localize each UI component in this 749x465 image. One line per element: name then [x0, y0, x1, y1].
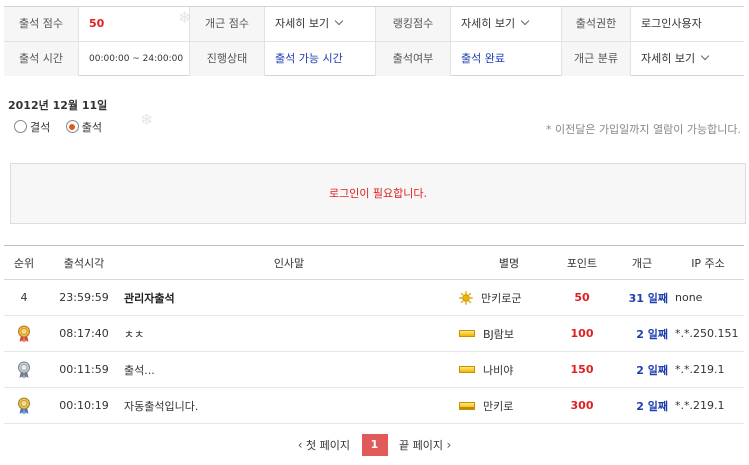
permission-label: 출석권한: [562, 7, 631, 41]
score-value: 50: [79, 7, 190, 41]
selected-date: 2012년 12월 11일: [8, 99, 108, 112]
login-required-message: 로그인이 필요합니다.: [10, 163, 746, 224]
streak-days: 2 일째: [636, 327, 668, 341]
greeting-message: 관리자출석: [124, 291, 175, 305]
level-bar-icon: [459, 366, 475, 373]
chevron-right-icon: ›: [446, 438, 452, 452]
time-label-link[interactable]: 출석 시간: [4, 42, 79, 76]
guild-score-detail-link[interactable]: 자세히 보기: [265, 7, 376, 41]
points: 150: [570, 363, 594, 376]
streak-days: 2 일째: [636, 363, 668, 377]
ip-address: *.*.219.1: [675, 363, 725, 376]
radio-checked-icon[interactable]: [65, 120, 79, 133]
done-value: 출석 완료: [451, 42, 562, 76]
pagination: ‹ 첫 페이지 1 끝 페이지 ›: [0, 434, 749, 456]
gold-medal-icon: [18, 325, 30, 342]
header-points: 포인트: [566, 256, 598, 270]
greeting-message: 출석...: [124, 363, 155, 377]
status-label: 진행상태: [190, 42, 265, 76]
ip-address: *.*.219.1: [675, 399, 725, 412]
points: 100: [570, 327, 594, 340]
points: 300: [570, 399, 594, 412]
rank-number: 4: [20, 291, 28, 304]
nickname: 만키로: [483, 399, 514, 413]
current-page[interactable]: 1: [361, 434, 388, 456]
guild-score-label: 개근 점수: [190, 7, 265, 41]
status-value: 출석 가능 시간: [265, 42, 376, 76]
level-bar-icon: [459, 330, 475, 337]
list-item: 4 23:59:59 관리자출석 만키로군 50 31 일째 none: [4, 280, 744, 316]
list-item: 08:17:40 ㅊㅊ BJ람보 100 2 일째 *.*.250.151: [4, 316, 744, 352]
attendance-info-table: 출석 점수 50 개근 점수 자세히 보기 랭킹점수 자세히 보기 출석권한 로…: [4, 6, 744, 76]
header-time: 출석시각: [63, 256, 105, 270]
first-page-button[interactable]: ‹ 첫 페이지: [296, 437, 352, 453]
nickname-cell[interactable]: 나비야: [459, 352, 559, 387]
radio-unchecked-icon[interactable]: [14, 120, 27, 133]
greeting-message: 자동출석입니다.: [124, 399, 199, 413]
attendance-filter: 결석 출석: [14, 119, 114, 135]
list-item: 00:10:19 자동출석입니다. 만키로 300 2 일째 *.*.219.1: [4, 388, 744, 424]
streak-days: 2 일째: [636, 399, 668, 413]
nickname-cell[interactable]: 만키로: [459, 388, 559, 423]
time-value: 00:00:00 ~ 24:00:00: [79, 42, 190, 76]
attendance-list: 순위 출석시각 인사말 별명 포인트 개근 IP 주소 4 23:59:59 관…: [4, 245, 744, 424]
ip-address: none: [675, 291, 703, 304]
score-label: 출석 점수: [4, 7, 79, 41]
absent-radio[interactable]: 결석: [14, 120, 50, 134]
attendance-time: 00:11:59: [59, 363, 109, 376]
header-rank: 순위: [13, 256, 35, 270]
list-header: 순위 출석시각 인사말 별명 포인트 개근 IP 주소: [4, 245, 744, 280]
header-nickname: 별명: [498, 256, 520, 270]
streak-days: 31 일째: [628, 291, 668, 305]
nickname-cell[interactable]: 만키로군: [459, 280, 559, 315]
info-row: 출석 시간 00:00:00 ~ 24:00:00 진행상태 출석 가능 시간 …: [4, 41, 744, 76]
header-ip: IP 주소: [691, 256, 725, 270]
attendance-time: 00:10:19: [59, 399, 109, 412]
header-streak: 개근: [631, 256, 653, 270]
sun-level-icon: [459, 290, 473, 305]
nickname: BJ람보: [483, 327, 515, 341]
history-notice: * 이전달은 가입일까지 열람이 가능합니다.: [545, 123, 741, 136]
attendance-time: 08:17:40: [59, 327, 109, 340]
category-detail-link[interactable]: 자세히 보기: [631, 42, 744, 76]
info-row: 출석 점수 50 개근 점수 자세히 보기 랭킹점수 자세히 보기 출석권한 로…: [4, 7, 744, 41]
last-page-button[interactable]: 끝 페이지 ›: [397, 437, 453, 453]
snowflake-icon: ❄: [140, 110, 154, 129]
chevron-left-icon: ‹: [297, 438, 303, 452]
nickname: 만키로군: [481, 291, 522, 305]
permission-value: 로그인사용자: [641, 17, 702, 30]
attendance-time: 23:59:59: [59, 291, 109, 304]
nickname: 나비야: [483, 363, 514, 377]
nickname-cell[interactable]: BJ람보: [459, 316, 559, 351]
rank-score-detail-link[interactable]: 자세히 보기: [451, 7, 562, 41]
chevron-down-icon: [520, 16, 530, 26]
header-message: 인사말: [273, 256, 305, 270]
greeting-message: ㅊㅊ: [124, 327, 145, 341]
done-label: 출석여부: [376, 42, 451, 76]
ip-address: *.*.250.151: [675, 327, 739, 340]
category-label: 개근 분류: [562, 42, 631, 76]
silver-medal-icon: [18, 361, 30, 378]
list-item: 00:11:59 출석... 나비야 150 2 일째 *.*.219.1: [4, 352, 744, 388]
rank-score-label: 랭킹점수: [376, 7, 451, 41]
chevron-down-icon: [334, 16, 344, 26]
chevron-down-icon: [700, 51, 710, 61]
present-radio[interactable]: 출석: [65, 120, 102, 134]
points: 50: [574, 291, 590, 304]
bronze-medal-icon: [18, 397, 30, 414]
level-double-bar-icon: [459, 401, 475, 410]
